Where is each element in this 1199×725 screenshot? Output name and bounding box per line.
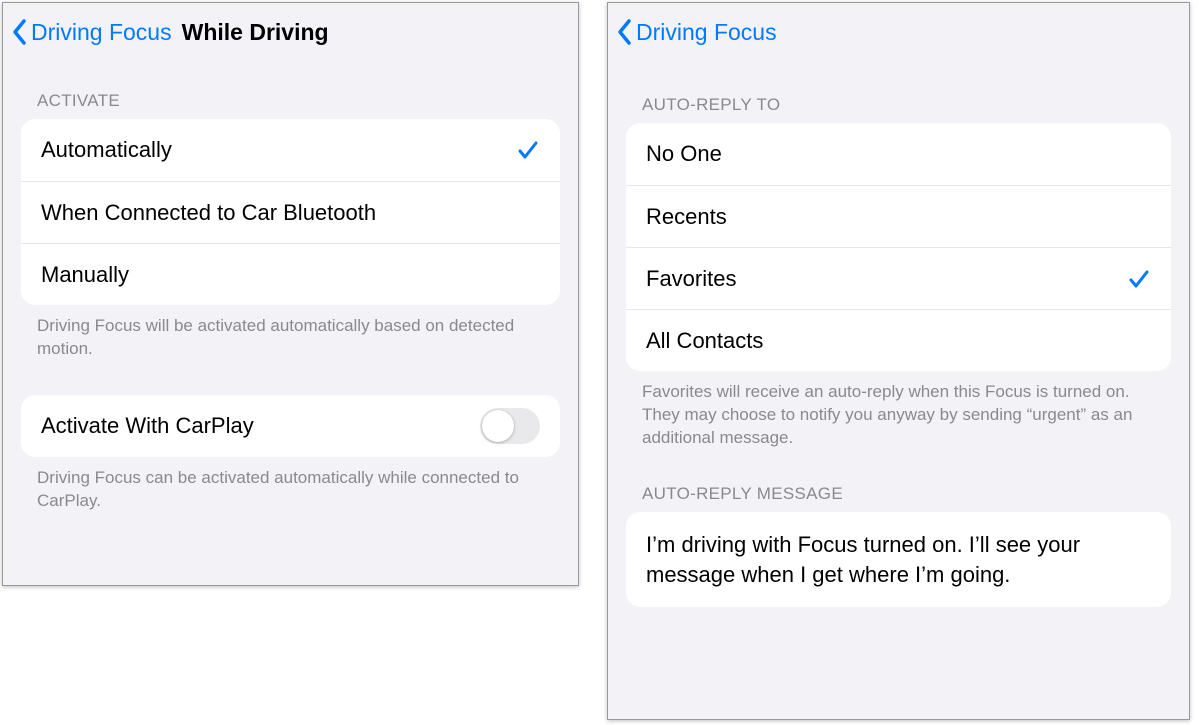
panel-while-driving: Driving Focus While Driving Activate Aut… xyxy=(2,2,579,586)
option-label: All Contacts xyxy=(646,328,763,354)
section-footer-autoreply-to: Favorites will receive an auto-reply whe… xyxy=(608,371,1189,450)
checkmark-icon xyxy=(1127,267,1151,291)
section-footer-activate: Driving Focus will be activated automati… xyxy=(3,305,578,361)
page-title: While Driving xyxy=(182,19,329,46)
toggle-knob xyxy=(482,410,514,442)
option-label: When Connected to Car Bluetooth xyxy=(41,200,376,226)
option-automatically[interactable]: Automatically xyxy=(21,119,560,181)
section-footer-carplay: Driving Focus can be activated automatic… xyxy=(3,457,578,513)
carplay-toggle[interactable] xyxy=(480,408,540,444)
option-label: Recents xyxy=(646,204,727,230)
option-label: Automatically xyxy=(41,137,172,163)
autoreply-message-field[interactable]: I’m driving with Focus turned on. I’ll s… xyxy=(626,512,1171,607)
panel-auto-reply: Driving Focus Auto-Reply To No One Recen… xyxy=(607,2,1190,720)
option-label: Favorites xyxy=(646,266,736,292)
option-favorites[interactable]: Favorites xyxy=(626,247,1171,309)
carplay-label: Activate With CarPlay xyxy=(41,413,254,439)
back-button[interactable]: Driving Focus xyxy=(11,18,172,46)
option-label: Manually xyxy=(41,262,129,288)
autoreply-options-group: No One Recents Favorites All Contacts xyxy=(626,123,1171,371)
section-header-autoreply-to: Auto-Reply To xyxy=(608,61,1189,123)
activate-options-group: Automatically When Connected to Car Blue… xyxy=(21,119,560,305)
option-recents[interactable]: Recents xyxy=(626,185,1171,247)
section-header-activate: Activate xyxy=(3,61,578,119)
option-label: No One xyxy=(646,141,722,167)
chevron-left-icon xyxy=(11,18,29,46)
row-activate-carplay[interactable]: Activate With CarPlay xyxy=(21,395,560,457)
back-label: Driving Focus xyxy=(31,19,172,46)
option-no-one[interactable]: No One xyxy=(626,123,1171,185)
carplay-group: Activate With CarPlay xyxy=(21,395,560,457)
section-header-autoreply-message: Auto-Reply Message xyxy=(608,450,1189,512)
option-all-contacts[interactable]: All Contacts xyxy=(626,309,1171,371)
option-car-bluetooth[interactable]: When Connected to Car Bluetooth xyxy=(21,181,560,243)
chevron-left-icon xyxy=(616,18,634,46)
back-label: Driving Focus xyxy=(636,19,777,46)
back-button[interactable]: Driving Focus xyxy=(616,18,777,46)
option-manually[interactable]: Manually xyxy=(21,243,560,305)
checkmark-icon xyxy=(516,138,540,162)
nav-bar: Driving Focus While Driving xyxy=(3,3,578,61)
nav-bar: Driving Focus xyxy=(608,3,1189,61)
